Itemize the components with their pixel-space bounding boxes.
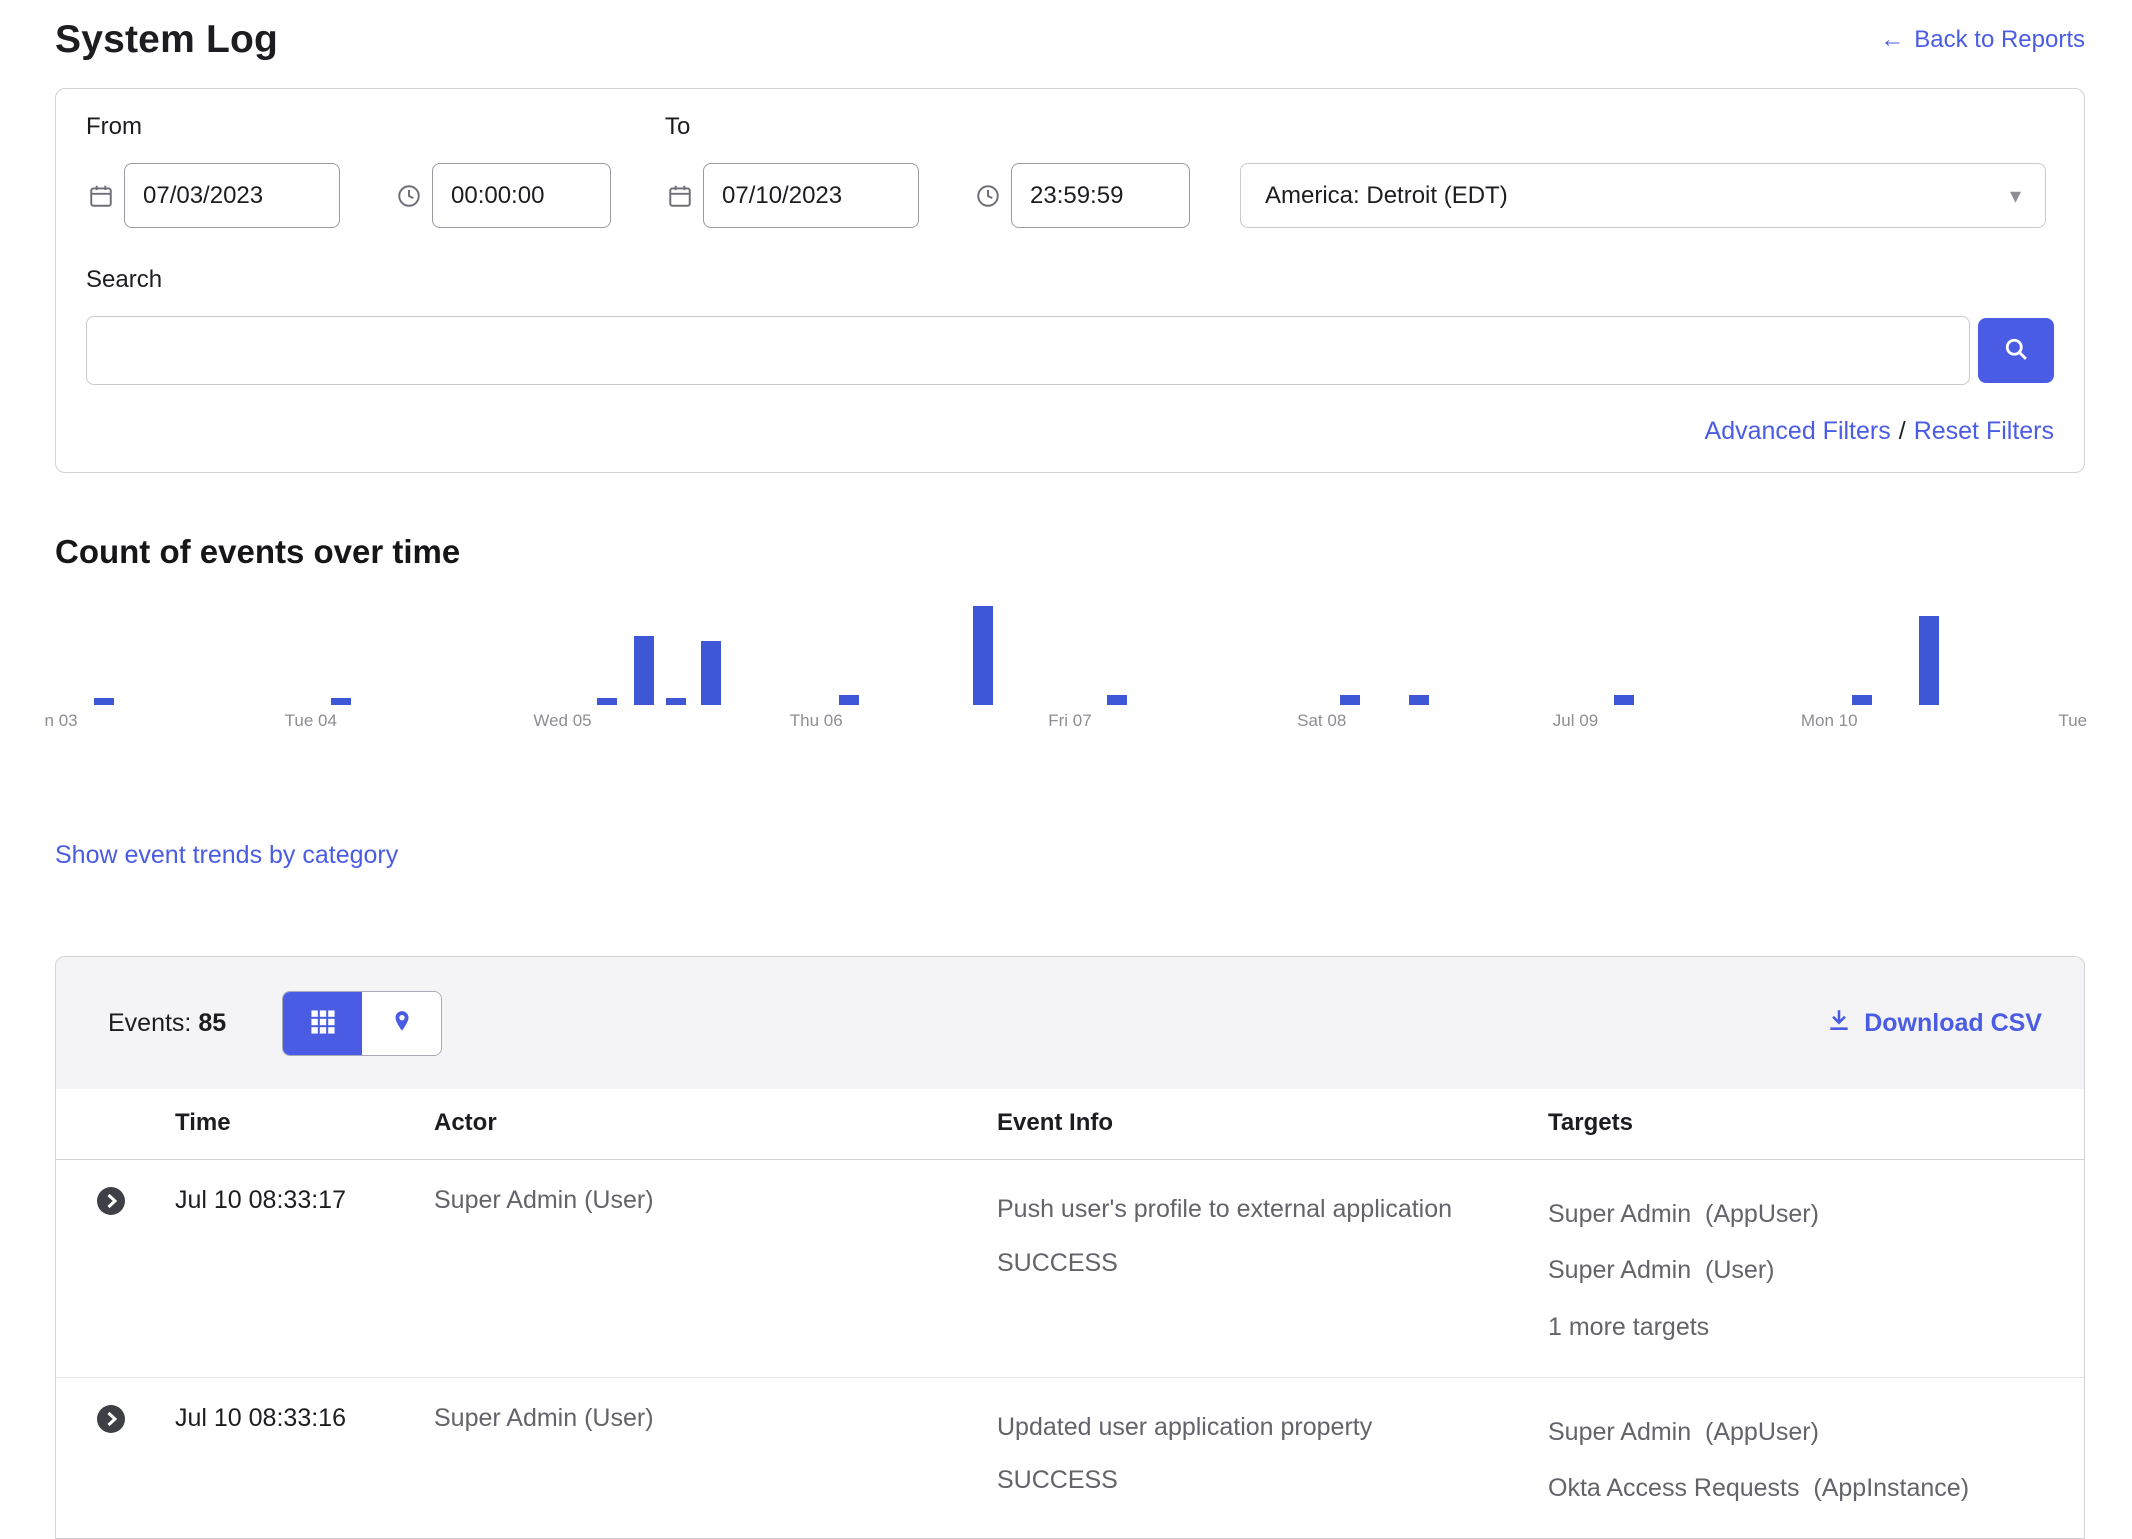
- back-arrow-icon: ←: [1880, 26, 1904, 54]
- event-outcome: SUCCESS: [997, 1240, 1548, 1288]
- events-table-header: Time Actor Event Info Targets: [56, 1089, 2084, 1160]
- chart-bar: [839, 695, 859, 705]
- chart-bar: [1919, 616, 1939, 705]
- chart-bar: [597, 698, 617, 705]
- event-info-cell: Updated user application property SUCCES…: [997, 1378, 1548, 1539]
- event-info-text: Updated user application property: [997, 1404, 1497, 1452]
- axis-tick-label: Tue 04: [285, 711, 337, 731]
- event-target-more: 1 more targets: [1548, 1299, 2084, 1355]
- advanced-filters-link[interactable]: Advanced Filters: [1705, 417, 1891, 445]
- event-target: Super Admin (AppUser): [1548, 1186, 2084, 1242]
- to-date-input[interactable]: [703, 163, 919, 228]
- calendar-icon: [86, 183, 116, 209]
- chevron-right-circle-icon: [96, 1204, 126, 1219]
- axis-tick-label: Jul 09: [1553, 711, 1598, 731]
- chart-bar: [1852, 695, 1872, 705]
- axis-tick-label: Wed 05: [533, 711, 591, 731]
- location-pin-icon: [389, 1009, 415, 1038]
- system-log-page: System Log ← Back to Reports From: [0, 0, 2132, 1539]
- download-icon: [1826, 1007, 1852, 1040]
- grid-view-icon: [310, 1009, 336, 1038]
- search-icon: [2002, 335, 2030, 366]
- column-header-targets: Targets: [1548, 1089, 2084, 1159]
- axis-tick-label: Tue: [2058, 711, 2087, 731]
- timezone-value: America: Detroit (EDT): [1265, 182, 1508, 210]
- events-count: Events: 85: [108, 1009, 226, 1038]
- filter-links: Advanced Filters/Reset Filters: [86, 417, 2054, 446]
- to-group: To: [665, 113, 1190, 228]
- events-header: Events: 85 Download CSV: [56, 957, 2084, 1089]
- event-target: Super Admin (AppUser): [1548, 1404, 2084, 1460]
- chart-x-axis: n 03Tue 04Wed 05Thu 06Fri 07Sat 08Jul 09…: [55, 711, 2085, 741]
- table-row: Jul 10 08:33:17 Super Admin (User) Push …: [56, 1160, 2084, 1378]
- chart-bar: [1340, 695, 1360, 705]
- axis-tick-label: n 03: [45, 711, 78, 731]
- chart-title: Count of events over time: [55, 533, 2085, 571]
- search-button[interactable]: [1978, 318, 2054, 383]
- expand-row-button[interactable]: [96, 1186, 126, 1216]
- column-header-time: Time: [175, 1089, 434, 1159]
- topbar: System Log ← Back to Reports: [55, 18, 2085, 62]
- from-time-input[interactable]: [432, 163, 611, 228]
- chart-bar: [94, 698, 114, 705]
- chart-bar: [701, 641, 721, 705]
- table-row: Jul 10 08:33:16 Super Admin (User) Updat…: [56, 1378, 2084, 1539]
- chart-bar: [634, 636, 654, 705]
- column-header-event-info: Event Info: [997, 1089, 1548, 1159]
- events-panel: Events: 85 Download CSV: [55, 956, 2085, 1539]
- to-label: To: [665, 113, 1190, 141]
- chevron-right-circle-icon: [96, 1422, 126, 1437]
- event-actor: Super Admin (User): [434, 1160, 997, 1377]
- page-title: System Log: [55, 18, 278, 62]
- download-csv-link[interactable]: Download CSV: [1826, 1007, 2042, 1040]
- event-time: Jul 10 08:33:17: [175, 1160, 434, 1377]
- chart-bar: [1614, 695, 1634, 705]
- event-count-chart: [55, 605, 2085, 705]
- chart-bar: [973, 606, 993, 705]
- download-csv-label: Download CSV: [1864, 1009, 2042, 1038]
- reset-filters-link[interactable]: Reset Filters: [1914, 417, 2054, 445]
- to-time-input[interactable]: [1011, 163, 1190, 228]
- clock-icon: [394, 183, 424, 209]
- event-info-text: Push user's profile to external applicat…: [997, 1186, 1497, 1234]
- from-group: From: [86, 113, 611, 228]
- chart-bar: [666, 698, 686, 705]
- event-time: Jul 10 08:33:16: [175, 1378, 434, 1539]
- calendar-icon: [665, 183, 695, 209]
- event-targets-cell: Super Admin (AppUser) Okta Access Reques…: [1548, 1378, 2084, 1539]
- axis-tick-label: Sat 08: [1297, 711, 1346, 731]
- table-view-button[interactable]: [283, 992, 362, 1055]
- view-toggle: [282, 991, 442, 1056]
- event-outcome: SUCCESS: [997, 1457, 1548, 1505]
- timezone-select[interactable]: America: Detroit (EDT) ▾: [1240, 163, 2046, 228]
- search-label: Search: [86, 266, 2054, 294]
- axis-tick-label: Thu 06: [790, 711, 843, 731]
- clock-icon: [973, 183, 1003, 209]
- event-target: Okta Access Requests (AppInstance): [1548, 1460, 2084, 1516]
- event-info-cell: Push user's profile to external applicat…: [997, 1160, 1548, 1377]
- links-separator: /: [1891, 417, 1914, 445]
- event-target: Super Admin (User): [1548, 1242, 2084, 1298]
- axis-tick-label: Fri 07: [1048, 711, 1091, 731]
- back-to-reports-link[interactable]: ← Back to Reports: [1880, 26, 2085, 54]
- map-view-button[interactable]: [362, 992, 441, 1055]
- back-link-label: Back to Reports: [1914, 26, 2085, 54]
- axis-tick-label: Mon 10: [1801, 711, 1858, 731]
- chart-bar: [331, 698, 351, 705]
- event-targets-cell: Super Admin (AppUser) Super Admin (User)…: [1548, 1160, 2084, 1377]
- from-date-input[interactable]: [124, 163, 340, 228]
- chart-bar: [1107, 695, 1127, 705]
- chart-bar: [1409, 695, 1429, 705]
- column-header-actor: Actor: [434, 1089, 997, 1159]
- event-actor: Super Admin (User): [434, 1378, 997, 1539]
- expand-row-button[interactable]: [96, 1404, 126, 1434]
- search-input[interactable]: [86, 316, 1970, 385]
- show-event-trends-link[interactable]: Show event trends by category: [55, 841, 398, 870]
- chevron-down-icon: ▾: [2010, 183, 2021, 209]
- from-label: From: [86, 113, 611, 141]
- filter-panel: From To: [55, 88, 2085, 473]
- events-count-value: 85: [198, 1009, 226, 1037]
